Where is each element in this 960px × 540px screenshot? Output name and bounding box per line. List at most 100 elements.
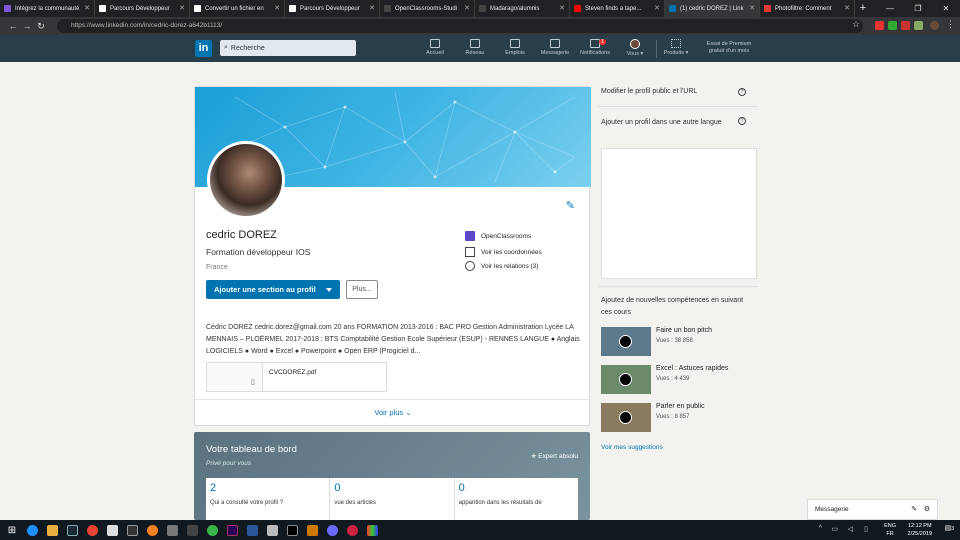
close-tab-icon[interactable]: ✕ bbox=[654, 4, 660, 12]
extension-icon[interactable] bbox=[875, 21, 884, 30]
course-item[interactable]: Parler en public Vues : 8 857 bbox=[601, 403, 705, 432]
premium-trial-link[interactable]: Essai de Premium gratuit d'un mois bbox=[704, 41, 754, 55]
close-tab-icon[interactable]: ✕ bbox=[844, 4, 850, 12]
taskbar-app[interactable] bbox=[62, 520, 82, 540]
school-link[interactable]: OpenClassrooms bbox=[465, 231, 531, 241]
tab-title: (1) cedric DOREZ | Link bbox=[680, 5, 744, 12]
tab-title: Steven finds a tape... bbox=[585, 5, 642, 12]
nav-products[interactable]: Produits ▾ bbox=[658, 39, 694, 56]
search-input[interactable]: ⌕ Recherche bbox=[220, 40, 356, 56]
browser-tab[interactable]: Intégrez la communauté ✕ bbox=[0, 0, 95, 17]
nav-home[interactable]: Accueil bbox=[417, 39, 453, 56]
see-suggestions-link[interactable]: Voir mes suggestions bbox=[601, 444, 663, 451]
network-icon[interactable]: ▭ bbox=[831, 525, 838, 533]
url-field[interactable]: https://www.linkedin.com/in/cedric-dorez… bbox=[57, 19, 863, 33]
contact-info-link[interactable]: Voir les coordonnées bbox=[465, 247, 542, 257]
messaging-panel-tab[interactable]: Messagerie ✎ ⚙ bbox=[807, 499, 938, 520]
taskbar-app[interactable] bbox=[162, 520, 182, 540]
taskbar-app[interactable] bbox=[142, 520, 162, 540]
back-icon[interactable]: ← bbox=[6, 21, 20, 31]
stat-profile-views[interactable]: 2 Qui a consulté votre profil ? bbox=[206, 478, 331, 520]
nav-messaging[interactable]: Messagerie bbox=[537, 39, 573, 56]
close-tab-icon[interactable]: ✕ bbox=[274, 4, 280, 12]
nav-jobs[interactable]: Emplois bbox=[497, 39, 533, 56]
browser-tab[interactable]: OpenClassrooms-Studi ✕ bbox=[380, 0, 475, 17]
nav-label: Messagerie bbox=[540, 50, 570, 56]
taskbar-app[interactable] bbox=[242, 520, 262, 540]
grid-icon bbox=[671, 39, 681, 48]
search-placeholder: Recherche bbox=[230, 44, 265, 52]
course-item[interactable]: Excel : Astuces rapides Vues : 4 439 bbox=[601, 365, 728, 394]
edit-pencil-icon[interactable]: ✎ bbox=[566, 199, 575, 212]
taskbar-app[interactable] bbox=[302, 520, 322, 540]
add-profile-section-button[interactable]: Ajouter une section au profil bbox=[206, 280, 340, 299]
browser-tab[interactable]: Madarago/alumnis ✕ bbox=[475, 0, 570, 17]
taskbar-app[interactable] bbox=[42, 520, 62, 540]
close-tab-icon[interactable]: ✕ bbox=[464, 4, 470, 12]
extension-icon[interactable] bbox=[888, 21, 897, 30]
stat-article-views[interactable]: 0 vue des articles bbox=[330, 478, 455, 520]
see-more-link[interactable]: Voir plus ⌄ bbox=[195, 399, 591, 425]
connections-link[interactable]: Voir les relations (3) bbox=[465, 261, 538, 271]
extension-icon[interactable] bbox=[914, 21, 923, 30]
help-icon[interactable]: ? bbox=[738, 88, 746, 96]
menu-dots-icon[interactable]: ⋮ bbox=[946, 19, 955, 30]
taskbar-app[interactable] bbox=[362, 520, 382, 540]
browser-tab[interactable]: Photofiltre: Comment ✕ bbox=[760, 0, 855, 17]
language-indicator[interactable]: ENG FR bbox=[884, 522, 896, 538]
help-icon[interactable]: ? bbox=[738, 117, 746, 125]
add-language-profile-link[interactable]: Ajouter un profil dans une autre langue bbox=[601, 117, 726, 129]
linkedin-logo[interactable]: in bbox=[195, 40, 212, 57]
close-tab-icon[interactable]: ✕ bbox=[84, 4, 90, 12]
taskbar-app[interactable] bbox=[202, 520, 222, 540]
taskbar-app[interactable] bbox=[262, 520, 282, 540]
close-tab-icon[interactable]: ✕ bbox=[369, 4, 375, 12]
taskbar-app[interactable] bbox=[282, 520, 302, 540]
taskbar-app[interactable] bbox=[222, 520, 242, 540]
taskbar-app[interactable] bbox=[102, 520, 122, 540]
taskbar-app[interactable] bbox=[342, 520, 362, 540]
stat-search-appearances[interactable]: 0 apparition dans les résultats de bbox=[455, 478, 578, 520]
more-button[interactable]: Plus... bbox=[346, 280, 378, 299]
browser-tab[interactable]: Convertir un fichier en ✕ bbox=[190, 0, 285, 17]
browser-tab[interactable]: Steven finds a tape... ✕ bbox=[570, 0, 665, 17]
compose-icon[interactable]: ✎ bbox=[911, 500, 917, 519]
edit-public-profile-link[interactable]: Modifier le profil public et l'URL bbox=[601, 88, 697, 95]
nav-notifications[interactable]: 1 Notifications bbox=[577, 39, 613, 56]
profile-avatar[interactable] bbox=[930, 21, 939, 30]
new-tab-button[interactable]: + bbox=[855, 0, 871, 17]
profile-photo[interactable] bbox=[207, 141, 285, 219]
taskbar-app[interactable] bbox=[322, 520, 342, 540]
close-tab-icon[interactable]: ✕ bbox=[749, 4, 755, 12]
action-center-icon[interactable]: ▤3 bbox=[945, 524, 954, 532]
document-attachment[interactable]: ▯ CVCDOREZ.pdf bbox=[206, 362, 387, 392]
gear-icon[interactable]: ⚙ bbox=[924, 500, 930, 519]
bookmark-star-icon[interactable]: ☆ bbox=[852, 19, 860, 30]
taskbar-app[interactable] bbox=[82, 520, 102, 540]
minimize-icon[interactable]: — bbox=[876, 0, 904, 17]
reload-icon[interactable]: ↻ bbox=[34, 21, 48, 32]
course-item[interactable]: Faire un bon pitch Vues : 38 858 bbox=[601, 327, 712, 356]
extension-icon[interactable] bbox=[901, 21, 910, 30]
browser-tab-active[interactable]: (1) cedric DOREZ | Link ✕ bbox=[665, 0, 760, 17]
start-button[interactable]: ⊞ bbox=[2, 520, 22, 540]
maximize-icon[interactable]: ❐ bbox=[904, 0, 932, 17]
browser-tab[interactable]: Parcours Développeur ✕ bbox=[95, 0, 190, 17]
close-tab-icon[interactable]: ✕ bbox=[179, 4, 185, 12]
browser-tab[interactable]: Parcours Développeur ✕ bbox=[285, 0, 380, 17]
battery-icon[interactable]: ▯ bbox=[864, 525, 868, 533]
taskbar-app[interactable] bbox=[22, 520, 42, 540]
close-window-icon[interactable]: ✕ bbox=[932, 0, 960, 17]
taskbar-app[interactable] bbox=[122, 520, 142, 540]
forward-icon[interactable]: → bbox=[20, 21, 34, 31]
taskbar-app[interactable] bbox=[182, 520, 202, 540]
volume-icon[interactable]: ◁ bbox=[848, 525, 853, 533]
premium-line: Essai de Premium bbox=[706, 41, 752, 47]
system-clock[interactable]: 12:12 PM 2/25/2019 bbox=[908, 522, 932, 538]
nav-me[interactable]: Vous ▾ bbox=[617, 39, 653, 57]
nav-network[interactable]: Réseau bbox=[457, 39, 493, 56]
clock-time: 12:12 PM bbox=[907, 523, 932, 529]
close-tab-icon[interactable]: ✕ bbox=[559, 4, 565, 12]
tray-chevron-icon[interactable]: ^ bbox=[819, 525, 822, 532]
folder-icon bbox=[46, 524, 58, 536]
